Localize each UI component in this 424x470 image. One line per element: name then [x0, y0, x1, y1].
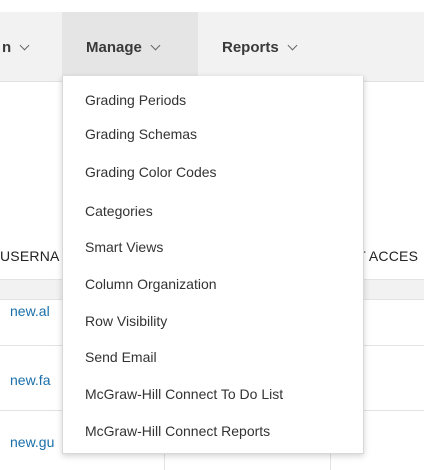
menu-item-categories[interactable]: Categories [85, 203, 153, 219]
menu-item-grading-periods[interactable]: Grading Periods [85, 92, 186, 108]
chevron-down-icon [287, 40, 298, 50]
manage-dropdown-menu: Grading Periods Grading Schemas Grading … [62, 76, 364, 454]
menu-item-column-organization[interactable]: Column Organization [85, 276, 217, 292]
column-header-username[interactable]: USERNA [0, 248, 60, 264]
menu-item-connect-reports[interactable]: McGraw-Hill Connect Reports [85, 423, 270, 439]
menu-item-connect-todo-list[interactable]: McGraw-Hill Connect To Do List [85, 386, 283, 402]
menu-manage[interactable]: Manage [62, 12, 198, 82]
top-gap [0, 0, 424, 12]
menu-partial-item[interactable]: n [0, 12, 30, 82]
menu-item-grading-schemas[interactable]: Grading Schemas [85, 126, 197, 142]
menu-reports[interactable]: Reports [222, 12, 298, 82]
table-row-username[interactable]: new.fa [10, 372, 50, 388]
menu-item-grading-color-codes[interactable]: Grading Color Codes [85, 164, 217, 180]
menu-manage-label: Manage [86, 38, 142, 56]
menu-partial-label: n [2, 38, 12, 56]
menu-reports-label: Reports [222, 38, 279, 56]
menu-item-smart-views[interactable]: Smart Views [85, 239, 163, 255]
menu-item-row-visibility[interactable]: Row Visibility [85, 313, 167, 329]
menu-item-send-email[interactable]: Send Email [85, 349, 157, 365]
table-row-username[interactable]: new.gu [10, 434, 54, 450]
chevron-down-icon [19, 40, 30, 50]
table-row-username[interactable]: new.al [10, 303, 50, 319]
chevron-down-icon [150, 40, 161, 50]
